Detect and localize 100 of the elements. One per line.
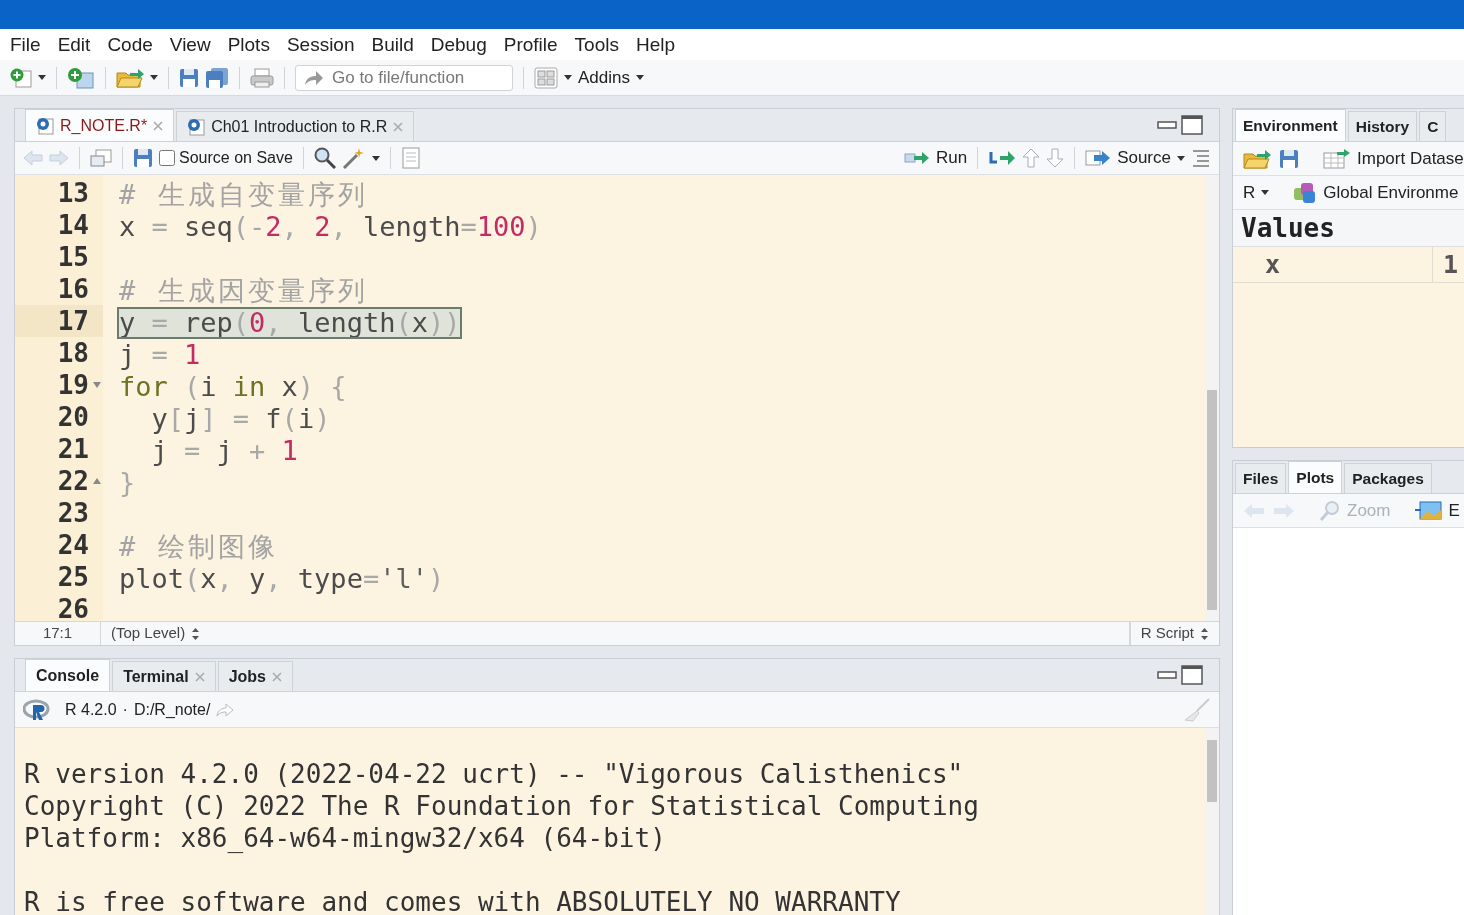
minimize-icon[interactable]: [1157, 670, 1177, 681]
outline-icon[interactable]: [1191, 149, 1211, 167]
menu-item[interactable]: View: [169, 29, 211, 60]
search-icon[interactable]: [313, 147, 336, 169]
close-icon[interactable]: [271, 671, 282, 682]
tab[interactable]: Jobs: [217, 661, 293, 692]
line-number: 17: [15, 305, 103, 337]
r-version: R 4.2.0: [65, 699, 117, 720]
tab[interactable]: Terminal: [112, 661, 216, 692]
code-line: }: [119, 468, 136, 497]
caret-icon[interactable]: [1177, 155, 1185, 161]
cursor-position: 17:1: [42, 623, 73, 644]
close-icon[interactable]: [153, 120, 164, 131]
close-icon[interactable]: [194, 671, 205, 682]
share-arrow-icon[interactable]: [216, 702, 235, 717]
caret-icon[interactable]: [564, 75, 572, 80]
source-on-save-checkbox[interactable]: Source on Save: [159, 146, 293, 170]
up-arrow-icon[interactable]: [1022, 148, 1041, 168]
tab[interactable]: Files: [1235, 463, 1287, 493]
scrollbar[interactable]: [1205, 728, 1219, 915]
code-line: j = j + 1: [150, 436, 298, 465]
arrow-icon: [304, 69, 324, 86]
line-number: 20: [56, 401, 90, 433]
language-dropdown[interactable]: R: [1243, 179, 1270, 206]
tab[interactable]: Environment: [1235, 109, 1346, 141]
save-icon[interactable]: [1279, 148, 1299, 169]
r-file-icon: [187, 117, 206, 136]
variable-name: x: [1233, 247, 1433, 282]
go-to-file-input[interactable]: Go to file/function: [332, 64, 507, 91]
grid-icon[interactable]: [534, 66, 558, 89]
tab[interactable]: Plots: [1288, 461, 1343, 493]
working-directory[interactable]: D:/R_note/: [133, 697, 211, 722]
separator-dot: ·: [122, 699, 128, 720]
console-output-line: R is free software and comes with ABSOLUTELY NO WARRANTY: [24, 886, 902, 915]
environment-dropdown[interactable]: Global Environme: [1293, 179, 1459, 206]
go-to-file-field[interactable]: Go to file/function: [295, 64, 513, 91]
folder-icon[interactable]: [116, 67, 144, 88]
checkbox[interactable]: [159, 150, 175, 166]
line-number: 19: [15, 369, 103, 401]
save-icon[interactable]: [133, 148, 153, 168]
menu-item[interactable]: Build: [371, 29, 414, 60]
new-project-icon[interactable]: [67, 66, 95, 89]
menu-item[interactable]: Debug: [430, 29, 487, 60]
code-line: plot(x, y, type='l'): [119, 564, 445, 593]
table-import-icon: [1323, 148, 1351, 169]
popout-icon[interactable]: [90, 148, 112, 168]
save-all-icon[interactable]: [205, 66, 229, 89]
menu-item[interactable]: Help: [635, 29, 676, 60]
console-output-line: R version 4.2.0 (2022-04-22 ucrt) -- "Vigorous Calisthenics": [24, 758, 965, 791]
caret-icon: [636, 75, 644, 80]
rerun-icon[interactable]: [988, 149, 1017, 167]
down-arrow-icon[interactable]: [1046, 148, 1065, 168]
tab[interactable]: History: [1347, 111, 1418, 141]
stepper-icon: [191, 626, 201, 641]
caret-icon[interactable]: [150, 75, 158, 80]
scope-selector[interactable]: (Top Level): [101, 622, 1130, 646]
tab[interactable]: Console: [25, 659, 111, 692]
source-button[interactable]: Source: [1085, 145, 1171, 171]
close-icon[interactable]: [393, 121, 404, 132]
export-button[interactable]: E: [1414, 497, 1460, 524]
caret-icon[interactable]: [371, 155, 380, 161]
layers-icon: [1293, 181, 1318, 204]
tab[interactable]: C: [1419, 111, 1447, 141]
tab[interactable]: R_NOTE.R*: [25, 109, 175, 141]
menu-item[interactable]: Plots: [227, 29, 270, 60]
minimize-icon[interactable]: [1157, 120, 1177, 130]
fold-icon[interactable]: [93, 478, 101, 484]
notebook-icon[interactable]: [400, 147, 421, 169]
code-line: # 生成自变量序列: [119, 180, 368, 209]
menu-item[interactable]: File: [10, 29, 41, 60]
save-icon[interactable]: [179, 67, 199, 88]
tab[interactable]: Ch01 Introduction to R.R: [176, 111, 415, 141]
menu-item[interactable]: Tools: [574, 29, 619, 60]
printer-icon[interactable]: [250, 67, 274, 88]
menu-item[interactable]: Profile: [503, 29, 558, 60]
maximize-icon[interactable]: [1181, 115, 1203, 135]
menu-item[interactable]: Edit: [57, 29, 91, 60]
tab[interactable]: Packages: [1344, 463, 1432, 493]
source-arrow-icon: [1085, 149, 1112, 167]
code-line: for (i in x) {: [119, 372, 347, 401]
line-number: 26: [56, 593, 90, 622]
line-number: 23: [56, 497, 90, 529]
run-button[interactable]: Run: [903, 145, 968, 171]
caret-icon[interactable]: [38, 75, 46, 80]
code-line: y[j] = f(i): [150, 404, 331, 433]
menu-item[interactable]: Session: [286, 29, 355, 60]
folder-icon[interactable]: [1243, 148, 1271, 169]
section-header: Values: [1233, 210, 1464, 247]
menu-item[interactable]: Code: [107, 29, 153, 60]
maximize-icon[interactable]: [1181, 665, 1203, 686]
caret-icon: [1261, 190, 1270, 195]
r-file-icon: [36, 116, 54, 135]
code-line: x = seq(-2, 2, length=100): [119, 212, 542, 241]
file-type-selector[interactable]: R Script: [1129, 622, 1219, 646]
addins-button[interactable]: Addins: [578, 64, 644, 91]
fold-icon[interactable]: [93, 382, 101, 388]
zoom-icon: [1319, 499, 1341, 522]
line-number: 15: [56, 241, 90, 273]
new-file-icon[interactable]: [10, 67, 32, 88]
scrollbar[interactable]: [1205, 175, 1219, 622]
